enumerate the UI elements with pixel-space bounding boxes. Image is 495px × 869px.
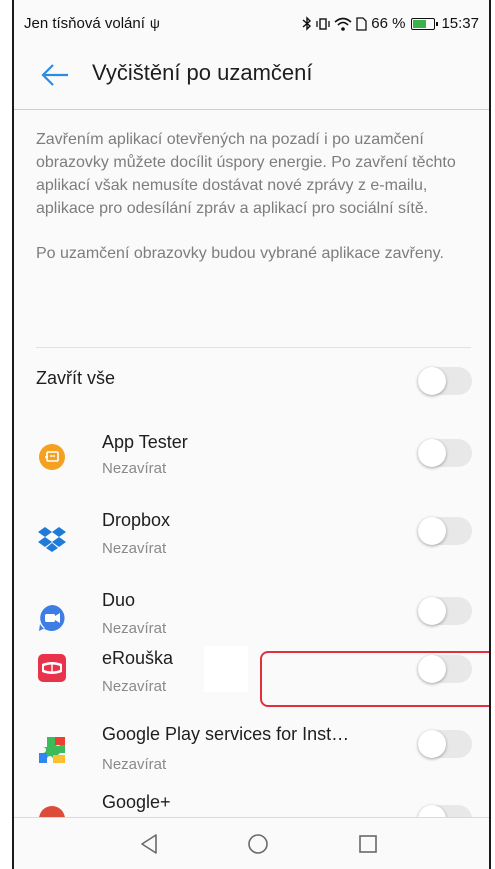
redaction-box xyxy=(204,646,248,692)
app-status: Nezavírat xyxy=(102,460,167,477)
app-tester-icon xyxy=(39,444,65,470)
back-triangle-icon[interactable] xyxy=(138,832,162,856)
list-item[interactable]: Dropbox Nezavírat xyxy=(14,500,489,580)
description-paragraph: Zavřením aplikací otevřených na pozadí i… xyxy=(36,131,456,217)
app-name: App Tester xyxy=(102,432,188,452)
app-status: Nezavírat xyxy=(102,620,167,637)
app-name: Google+ xyxy=(102,792,171,812)
usb-icon: ψ xyxy=(149,15,160,31)
divider xyxy=(14,109,489,110)
clock: 15:37 xyxy=(441,15,479,32)
close-all-toggle[interactable] xyxy=(418,367,472,395)
back-arrow-icon[interactable] xyxy=(40,62,70,88)
app-status: Nezavírat xyxy=(102,540,167,557)
vibrate-icon xyxy=(316,17,330,30)
app-name: Duo xyxy=(102,590,136,610)
erouska-icon xyxy=(38,654,66,682)
description: Zavřením aplikací otevřených na pozadí i… xyxy=(36,128,471,265)
list-item[interactable]: Duo Nezavírat xyxy=(14,580,489,660)
wifi-icon xyxy=(334,17,352,31)
close-all-label: Zavřít vše xyxy=(36,368,116,388)
duo-icon xyxy=(39,605,65,631)
page-title: Vyčištění po uzamčení xyxy=(92,60,313,85)
app-toggle[interactable] xyxy=(418,439,472,467)
status-bar: Jen tísňová volání ψ 66 % 15:37 xyxy=(14,0,489,40)
app-toggle[interactable] xyxy=(418,517,472,545)
app-status: Nezavírat xyxy=(102,756,167,773)
list-item[interactable]: Google Play services for Inst… Nezavírat xyxy=(14,724,489,810)
navigation-bar xyxy=(14,817,489,869)
google-play-services-icon xyxy=(39,737,65,763)
highlight-box xyxy=(260,651,489,707)
phone-screen: Jen tísňová volání ψ 66 % 15:37 Vyčištění… xyxy=(12,0,491,869)
home-circle-icon[interactable] xyxy=(246,832,270,856)
app-name: eRouška xyxy=(102,648,174,668)
battery-icon xyxy=(411,17,439,30)
app-name: Google Play services for Inst… xyxy=(102,724,350,744)
app-name: Dropbox xyxy=(102,510,171,530)
sim-icon xyxy=(356,16,367,31)
bluetooth-icon xyxy=(302,16,312,31)
app-toggle[interactable] xyxy=(418,730,472,758)
app-toggle[interactable] xyxy=(418,597,472,625)
list-item[interactable]: App Tester Nezavírat xyxy=(14,420,489,500)
divider xyxy=(36,347,471,348)
carrier-text: Jen tísňová volání xyxy=(24,15,145,32)
description-paragraph: Po uzamčení obrazovky budou vybrané apli… xyxy=(36,245,444,262)
app-bar: Vyčištění po uzamčení xyxy=(14,40,489,110)
dropbox-icon xyxy=(38,527,66,552)
app-status: Nezavírat xyxy=(102,678,167,695)
battery-percent: 66 % xyxy=(371,15,406,32)
recents-square-icon[interactable] xyxy=(356,832,380,856)
